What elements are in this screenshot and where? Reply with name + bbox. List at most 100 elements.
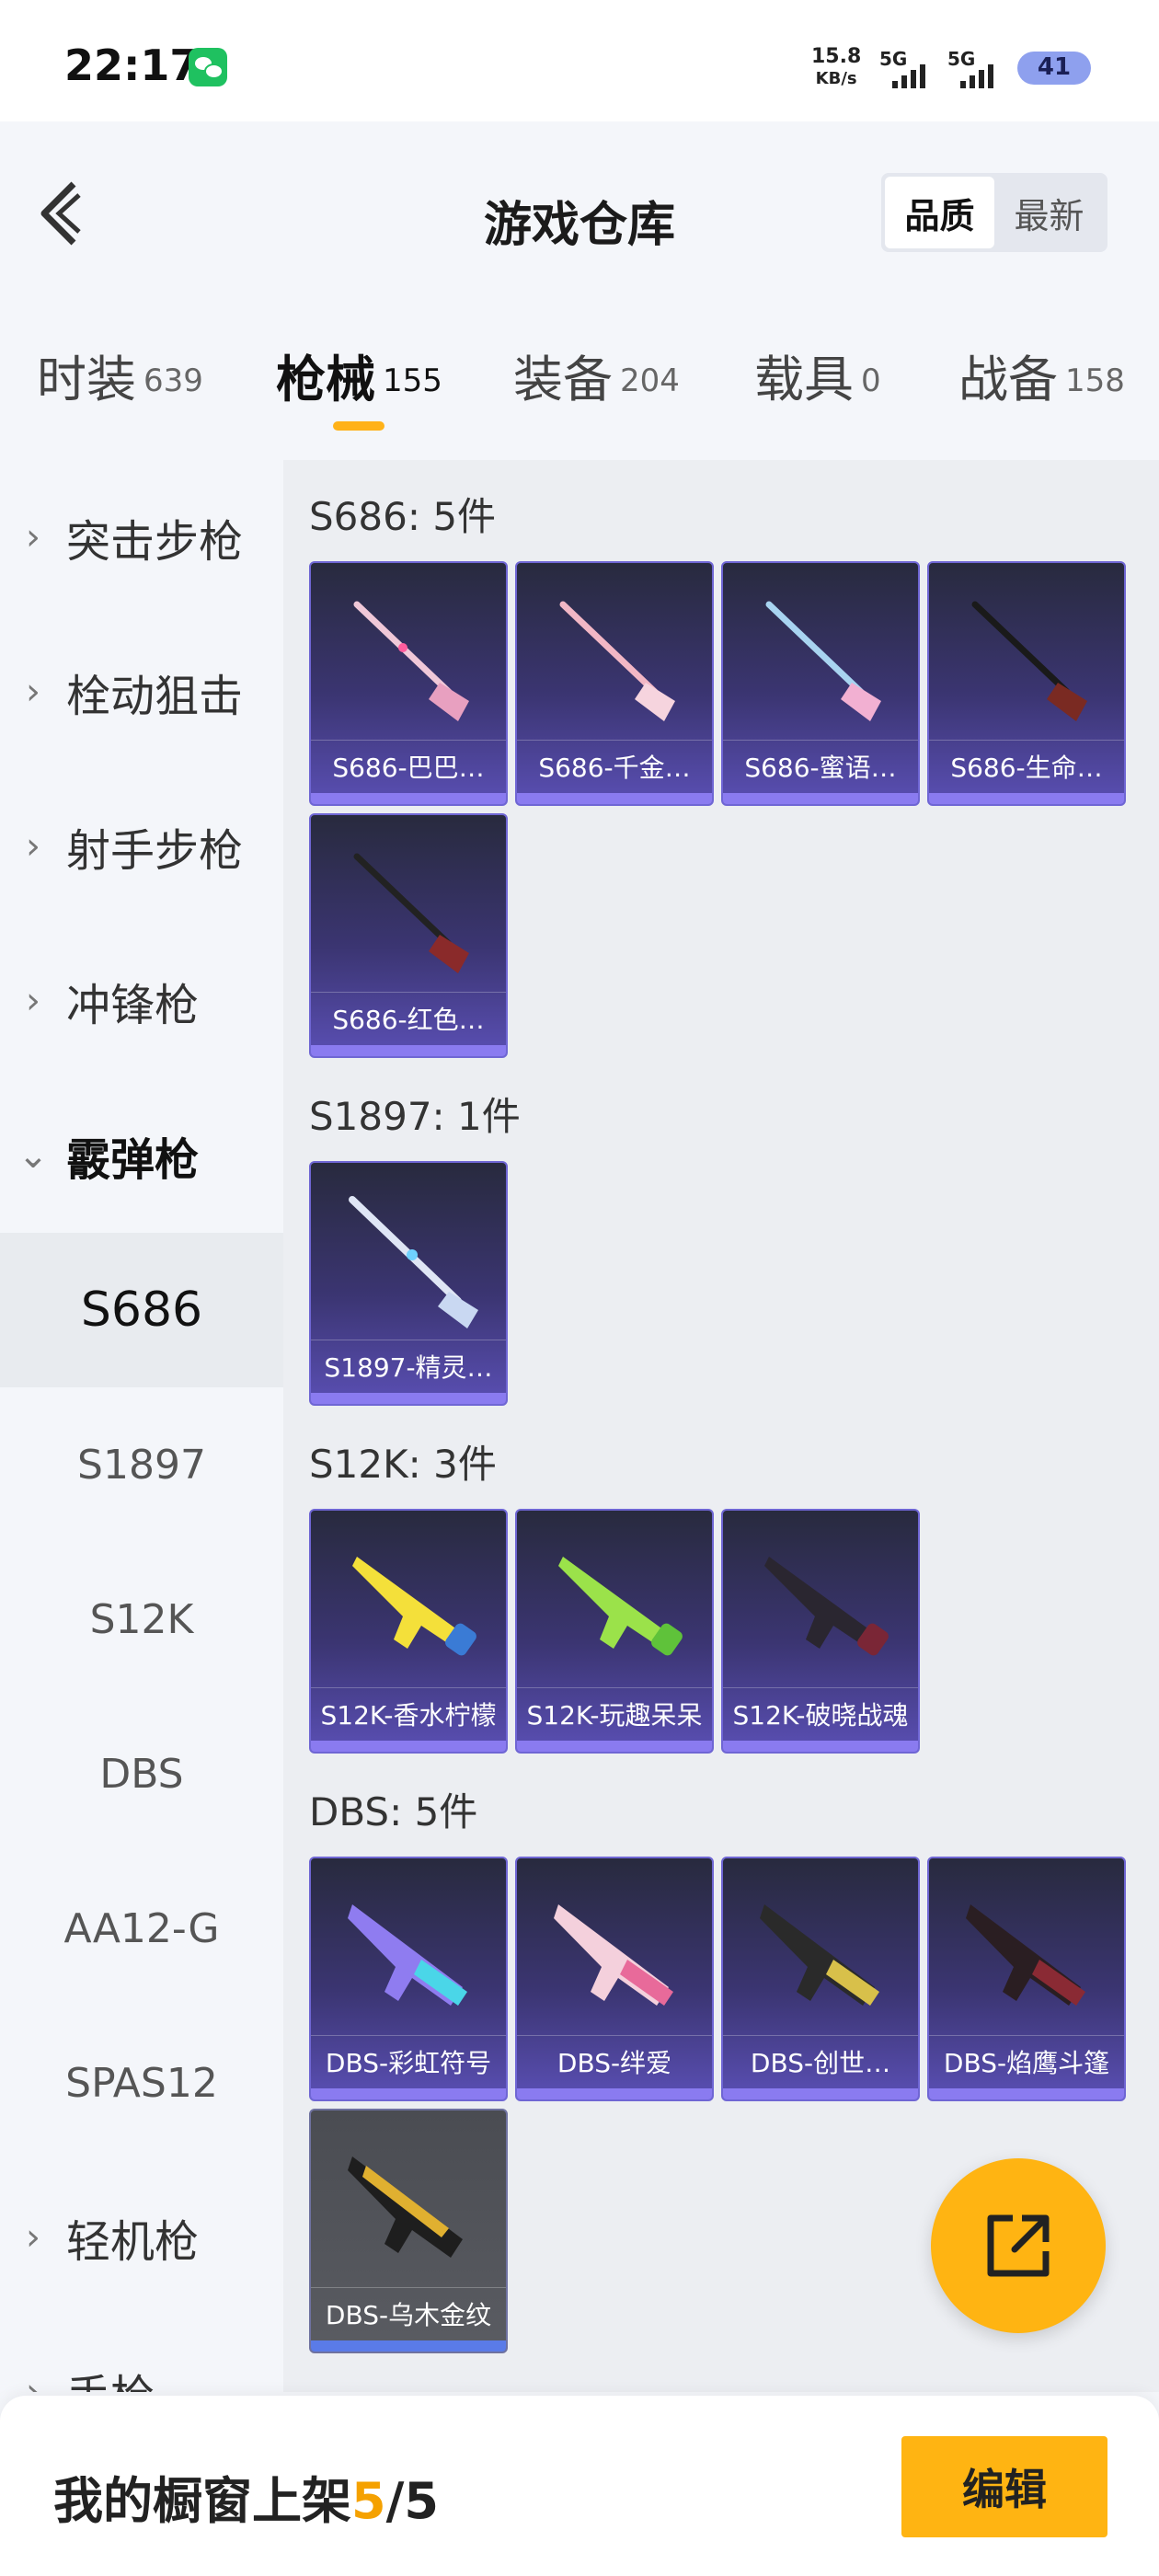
weapon-card[interactable]: S686-红色… — [309, 813, 508, 1058]
chevron-right-icon: › — [26, 671, 40, 713]
chevron-right-icon: › — [26, 2216, 40, 2259]
tab-count: 0 — [861, 362, 881, 399]
shotgun-icon — [559, 601, 675, 721]
sidebar-sub-s12k[interactable]: S12K — [0, 1542, 283, 1696]
weapon-card[interactable]: DBS-绊爱 — [515, 1857, 714, 2101]
weapon-name: S12K-香水柠檬 — [311, 1687, 506, 1739]
share-external-icon — [987, 2214, 1050, 2277]
sidebar-item-marksman-rifle[interactable]: › 射手步枪 — [0, 769, 283, 924]
weapon-name: S12K-破晓战魂 — [723, 1687, 918, 1739]
weapon-card[interactable]: S12K-香水柠檬 — [309, 1509, 508, 1754]
rifle-icon — [558, 1557, 683, 1656]
showcase-bar: 我的橱窗上架5/5 编辑 — [0, 2396, 1159, 2576]
weapon-name: DBS-创世… — [723, 2035, 918, 2087]
tab-count: 155 — [383, 362, 442, 399]
showcase-status: 我的橱窗上架5/5 — [53, 2460, 439, 2533]
tab-label: 装备 — [513, 351, 613, 408]
weapon-card[interactable]: DBS-乌木金纹 — [309, 2109, 508, 2353]
sidebar-item-pistol[interactable]: › 手枪 — [0, 2315, 283, 2392]
share-button[interactable] — [931, 2158, 1106, 2333]
tab-supplies[interactable]: 战备 158 — [958, 339, 1125, 440]
weapon-name: S686-蜜语… — [723, 740, 918, 791]
shotgun-icon — [966, 1904, 1085, 2006]
group-title: S1897: 1件 — [309, 1094, 521, 1139]
sidebar-item-lmg[interactable]: › 轻机枪 — [0, 2160, 283, 2315]
shotgun-icon — [349, 1196, 478, 1328]
weapon-card[interactable]: DBS-彩虹符号 — [309, 1857, 508, 2101]
weapon-name: DBS-焰鹰斗篷 — [929, 2035, 1124, 2087]
tab-equipment[interactable]: 装备 204 — [513, 339, 680, 440]
chevron-right-icon: › — [26, 980, 40, 1022]
sidebar-sub-s686[interactable]: S686 — [0, 1233, 283, 1387]
sidebar-sub-spas12[interactable]: SPAS12 — [0, 2006, 283, 2160]
weapon-name: DBS-乌木金纹 — [311, 2287, 506, 2339]
sidebar-sub-dbs[interactable]: DBS — [0, 1696, 283, 1851]
weapon-type-sidebar: › 突击步枪 › 栓动狙击 › 射手步枪 › 冲锋枪 ⌄ 霰弹枪 S686 S1897 S… — [0, 460, 283, 2392]
weapon-card[interactable]: DBS-创世… — [721, 1857, 920, 2101]
tab-label: 载具 — [754, 351, 854, 408]
weapon-card[interactable]: S686-千金… — [515, 561, 714, 806]
weapon-card[interactable]: S686-巴巴… — [309, 561, 508, 806]
chevron-right-icon: › — [26, 825, 40, 868]
network-speed-value: 15.8 — [811, 45, 862, 68]
shotgun-icon — [353, 853, 469, 973]
category-tabs: 时装 639 枪械 155 装备 204 载具 0 战备 158 — [0, 339, 1159, 440]
sidebar-sub-s1897[interactable]: S1897 — [0, 1387, 283, 1542]
showcase-separator: / — [385, 2472, 405, 2530]
shotgun-icon — [765, 601, 881, 721]
sidebar-item-label: 手枪 — [66, 2360, 155, 2392]
weapon-card[interactable]: S1897-精灵… — [309, 1161, 508, 1406]
shotgun-icon — [971, 601, 1087, 721]
weapon-card[interactable]: DBS-焰鹰斗篷 — [927, 1857, 1126, 2101]
status-time: 22:17 — [64, 40, 200, 90]
sort-quality-option[interactable]: 品质 — [885, 177, 994, 248]
battery-level: 41 — [1037, 53, 1072, 81]
weapon-name: S12K-玩趣呆呆 — [517, 1687, 712, 1739]
sidebar-item-bolt-sniper[interactable]: › 栓动狙击 — [0, 615, 283, 769]
rifle-icon — [352, 1557, 476, 1656]
tab-label: 枪械 — [276, 351, 375, 408]
shotgun-icon — [554, 1904, 673, 2006]
sidebar-item-smg[interactable]: › 冲锋枪 — [0, 924, 283, 1078]
weapon-name: S1897-精灵… — [311, 1340, 506, 1391]
group-title: S686: 5件 — [309, 494, 497, 539]
weapon-name: S686-生命… — [929, 740, 1124, 791]
sidebar-item-label: 栓动狙击 — [66, 671, 244, 722]
signal-icon-2: 5G — [947, 48, 1012, 88]
sort-toggle[interactable]: 品质 最新 — [881, 173, 1107, 252]
sidebar-item-shotgun[interactable]: ⌄ 霰弹枪 — [0, 1078, 283, 1233]
shotgun-icon — [760, 1904, 879, 2006]
weapon-name: S686-巴巴… — [311, 740, 506, 791]
tab-vehicles[interactable]: 载具 0 — [754, 339, 881, 440]
weapon-list: S686: 5件 S686-巴巴… S686-千金… S686-蜜语… S686… — [283, 460, 1159, 2392]
group-title: DBS: 5件 — [309, 1789, 478, 1834]
tab-fashion[interactable]: 时装 639 — [37, 339, 203, 440]
weapon-card[interactable]: S12K-破晓战魂 — [721, 1509, 920, 1754]
weapon-name: S686-红色… — [311, 992, 506, 1043]
chevron-right-icon: › — [26, 2371, 40, 2392]
sidebar-sub-aa12g[interactable]: AA12-G — [0, 1851, 283, 2006]
signal-icon: 5G — [879, 48, 944, 88]
shotgun-icon — [348, 1904, 467, 2006]
sort-latest-option[interactable]: 最新 — [994, 177, 1104, 248]
tab-count: 158 — [1065, 362, 1125, 399]
tab-label: 战备 — [958, 351, 1058, 408]
network-speed-unit: KB/s — [815, 69, 857, 88]
group-title: S12K: 3件 — [309, 1442, 497, 1487]
edit-button[interactable]: 编辑 — [901, 2436, 1107, 2537]
weapon-card[interactable]: S686-生命… — [927, 561, 1126, 806]
sidebar-item-label: 冲锋枪 — [66, 980, 200, 1031]
active-tab-indicator — [333, 421, 384, 431]
weapon-name: DBS-彩虹符号 — [311, 2035, 506, 2087]
showcase-label: 我的橱窗上架 — [53, 2472, 351, 2530]
shotgun-icon — [348, 2156, 463, 2258]
status-bar: 22:17 15.8 KB/s 5G 5G 41 — [0, 0, 1159, 121]
sidebar-item-assault-rifle[interactable]: › 突击步枪 — [0, 460, 283, 615]
weapon-card[interactable]: S686-蜜语… — [721, 561, 920, 806]
chevron-right-icon: › — [26, 516, 40, 558]
weapon-name: S686-千金… — [517, 740, 712, 791]
tab-count: 639 — [143, 362, 203, 399]
weapon-card[interactable]: S12K-玩趣呆呆 — [515, 1509, 714, 1754]
wechat-icon — [189, 48, 227, 86]
tab-count: 204 — [620, 362, 680, 399]
